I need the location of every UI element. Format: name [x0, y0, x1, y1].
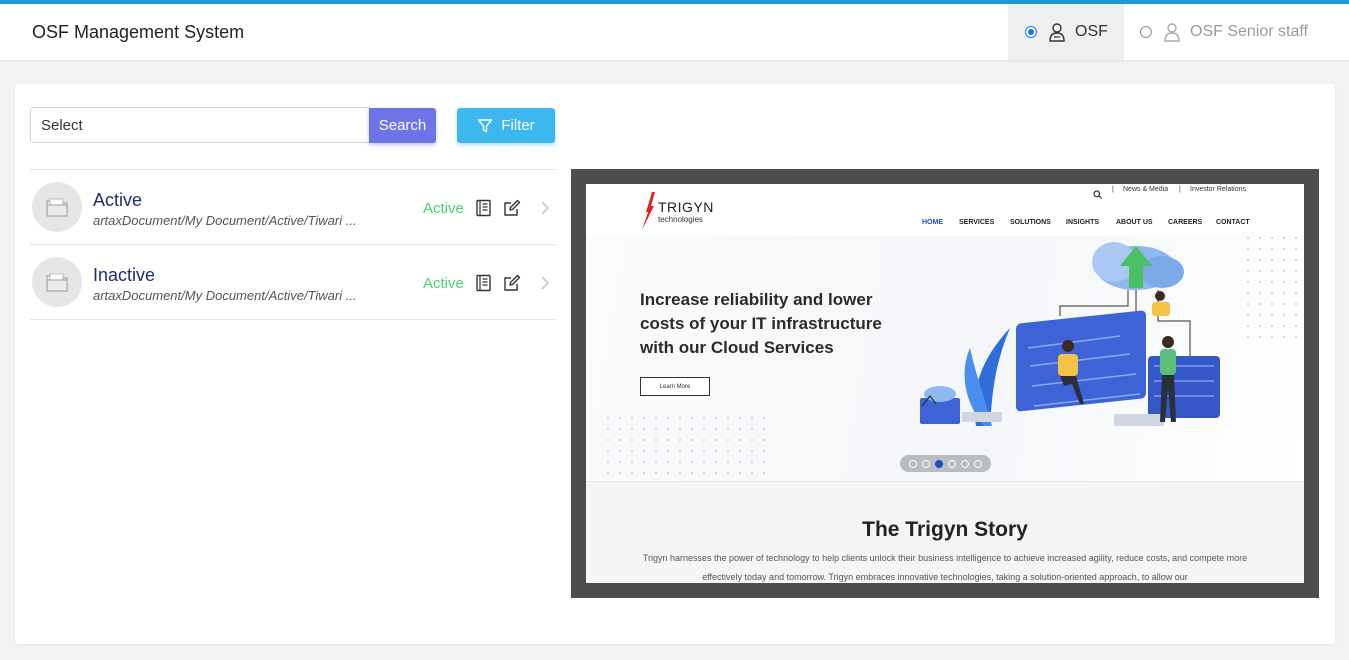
filter-icon — [478, 118, 493, 132]
slider-dot — [961, 459, 969, 468]
preview-hero: Increase reliability and lower costs of … — [586, 236, 1304, 481]
preview-nav-item: SOLUTIONS — [1010, 219, 1051, 226]
folder-avatar — [32, 182, 82, 232]
status-badge: Active — [423, 200, 464, 217]
preview-nav-item: SERVICES — [959, 219, 995, 226]
folder-icon — [46, 198, 68, 217]
preview-story-section: The Trigyn Story Trigyn harnesses the po… — [586, 481, 1304, 583]
document-title: Inactive — [93, 265, 156, 285]
user-icon — [1049, 23, 1065, 42]
preview-webpage: TRIGYN technologies | News & Media | Inv… — [586, 184, 1304, 583]
document-path: artaxDocument/My Document/Active/Tiwari … — [93, 213, 357, 228]
senior-staff-radio[interactable] — [1140, 26, 1152, 38]
preview-nav-item: HOME — [922, 219, 943, 226]
document-preview: TRIGYN technologies | News & Media | Inv… — [571, 169, 1319, 598]
search-input[interactable] — [30, 107, 370, 143]
preview-nav-item: INSIGHTS — [1066, 219, 1100, 226]
role-option-senior-staff[interactable]: OSF Senior staff — [1124, 4, 1324, 60]
status-badge: Active — [423, 275, 464, 292]
preview-util-link: News & Media — [1123, 186, 1169, 193]
preview-nav-item: ABOUT US — [1116, 219, 1153, 226]
role-option-osf[interactable]: OSF — [1008, 4, 1124, 60]
preview-util-link: Investor Relations — [1190, 186, 1247, 193]
preview-util-divider: | — [1179, 186, 1181, 193]
chevron-right-icon[interactable] — [534, 272, 556, 294]
slider-dot — [922, 459, 930, 468]
preview-hero-headline: Increase reliability and lower costs of … — [640, 290, 882, 357]
preview-logo-name: TRIGYN — [658, 199, 714, 215]
preview-util-divider: | — [1112, 186, 1114, 193]
osf-radio[interactable] — [1025, 26, 1037, 38]
preview-nav-item: CONTACT — [1216, 219, 1250, 226]
slider-dot — [974, 459, 982, 468]
filter-button[interactable]: Filter — [457, 108, 555, 143]
view-book-icon[interactable] — [473, 272, 495, 294]
search-icon — [1093, 190, 1102, 199]
preview-nav-item: CAREERS — [1168, 219, 1203, 226]
filter-label: Filter — [501, 117, 535, 134]
folder-icon — [46, 273, 68, 292]
preview-site-header: TRIGYN technologies | News & Media | Inv… — [586, 184, 1304, 236]
edit-icon[interactable] — [501, 272, 523, 294]
folder-avatar — [32, 257, 82, 307]
edit-icon[interactable] — [501, 197, 523, 219]
view-book-icon[interactable] — [473, 197, 495, 219]
main-card: Search Filter Active artaxDocument/My Do… — [15, 84, 1335, 644]
user-icon — [1164, 23, 1180, 42]
preview-story-title: The Trigyn Story — [862, 518, 1028, 541]
dot-pattern — [1246, 236, 1304, 346]
search-button[interactable]: Search — [369, 108, 436, 143]
cloud-illustration — [920, 242, 1220, 426]
document-title: Active — [93, 190, 143, 210]
slider-dot — [909, 459, 917, 468]
slider-dot-active — [935, 459, 943, 468]
preview-learn-more-button: Learn More — [640, 377, 710, 396]
trigyn-logo-icon — [642, 192, 655, 230]
app-header: OSF Management System OSF OSF Senior sta… — [0, 4, 1349, 60]
preview-logo-sub: technologies — [658, 215, 703, 224]
app-title: OSF Management System — [32, 22, 245, 42]
list-item[interactable]: Active artaxDocument/My Document/Active/… — [30, 170, 556, 245]
preview-slider-dots — [900, 455, 991, 472]
preview-story-text: Trigyn harnesses the power of technology… — [642, 553, 1248, 582]
slider-dot — [948, 459, 956, 468]
chevron-right-icon[interactable] — [534, 197, 556, 219]
document-path: artaxDocument/My Document/Active/Tiwari … — [93, 288, 357, 303]
list-item[interactable]: Inactive artaxDocument/My Document/Activ… — [30, 245, 556, 320]
dot-pattern — [606, 416, 766, 476]
role-label-senior-staff: OSF Senior staff — [1190, 23, 1308, 40]
document-list: Active artaxDocument/My Document/Active/… — [30, 169, 556, 320]
role-label-osf: OSF — [1075, 23, 1108, 40]
